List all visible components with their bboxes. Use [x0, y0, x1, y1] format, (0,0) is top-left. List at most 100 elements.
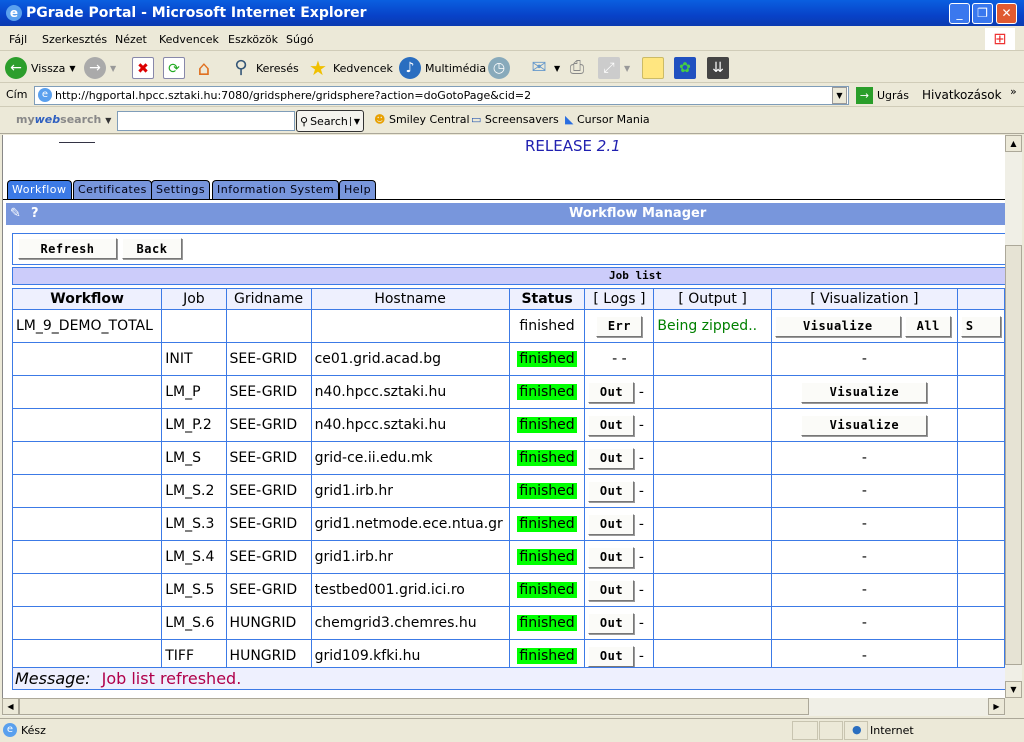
icq-flower-icon: ✿: [674, 57, 696, 79]
tab-information-system[interactable]: Information System: [212, 180, 340, 199]
refresh-button[interactable]: Refresh: [18, 238, 117, 259]
status-badge: finished: [517, 450, 577, 466]
search-button[interactable]: ⚲ Keresés: [230, 56, 298, 80]
address-dropdown[interactable]: ▼: [832, 87, 847, 104]
menu-favorites[interactable]: Kedvencek: [159, 33, 219, 46]
vertical-scrollbar[interactable]: ▲ ▼: [1005, 135, 1022, 698]
grid-name: SEE-GRID: [225, 573, 312, 607]
menu-tools[interactable]: Eszközök: [228, 33, 278, 46]
stop-icon: ✖: [132, 57, 154, 79]
ie-icon: e: [6, 5, 22, 21]
grid-name: SEE-GRID: [225, 474, 312, 508]
extra-button[interactable]: S: [960, 315, 1001, 337]
go-button[interactable]: → Ugrás: [856, 87, 909, 104]
horizontal-scroll-thumb[interactable]: [19, 698, 809, 715]
mail-icon: ✉: [531, 57, 547, 78]
visualize-workflow-button[interactable]: Visualize: [774, 315, 901, 337]
help-button[interactable]: ?: [31, 203, 39, 225]
history-button[interactable]: ◷: [488, 56, 510, 80]
scroll-up-button[interactable]: ▲: [1005, 135, 1022, 152]
scroll-down-button[interactable]: ▼: [1005, 681, 1022, 698]
home-button[interactable]: ⌂: [193, 56, 215, 80]
restore-button[interactable]: ❐: [972, 3, 993, 24]
back-button-page[interactable]: Back: [122, 238, 182, 259]
stop-button[interactable]: ✖: [132, 56, 154, 80]
out-log-button[interactable]: Out: [588, 513, 635, 535]
vertical-scroll-thumb[interactable]: [1005, 245, 1022, 665]
websearch-search-button[interactable]: ⚲ Search ▼: [296, 110, 365, 132]
job-name: LM_S.4: [161, 540, 227, 574]
visualize-all-button[interactable]: All: [905, 315, 952, 337]
workflow-name: LM_9_DEMO_TOTAL: [11, 309, 163, 343]
status-badge: finished: [517, 417, 577, 433]
out-log-button[interactable]: Out: [588, 480, 635, 502]
menu-help[interactable]: Súgó: [286, 33, 314, 46]
grid-name: SEE-GRID: [225, 342, 312, 376]
icq-button[interactable]: ✿: [674, 56, 696, 80]
star-icon: ★: [309, 56, 327, 80]
forward-arrow-icon: →: [84, 57, 106, 79]
logo-fragment: [59, 135, 95, 143]
visualization-none: -: [861, 351, 867, 367]
links-button[interactable]: Hivatkozások: [922, 88, 1002, 102]
tab-settings[interactable]: Settings: [151, 180, 211, 199]
visualization-none: -: [861, 450, 867, 466]
job-row: INIT SEE-GRID ce01.grid.acad.bg finished…: [11, 342, 1005, 376]
out-log-button[interactable]: Out: [588, 612, 635, 634]
visualize-job-button[interactable]: Visualize: [801, 381, 928, 403]
status-badge: finished: [517, 549, 577, 565]
col-hostname: Hostname: [310, 288, 510, 310]
edit-button[interactable]: ⤢ ▼: [598, 56, 630, 80]
websearch-input[interactable]: [117, 111, 295, 131]
scroll-left-button[interactable]: ◀: [2, 698, 19, 715]
job-name: LM_S.6: [161, 606, 227, 640]
screensavers-link[interactable]: ▭ Screensavers: [471, 113, 559, 126]
mail-button[interactable]: ✉ ▼: [528, 56, 560, 80]
edit-pencil-icon[interactable]: ✎: [10, 203, 21, 225]
out-log-button[interactable]: Out: [588, 381, 635, 403]
job-list-title: Job list: [12, 267, 1005, 285]
visualize-job-button[interactable]: Visualize: [801, 414, 928, 436]
address-input[interactable]: e http://hgportal.hpcc.sztaki.hu:7080/gri…: [34, 86, 849, 105]
scroll-right-button[interactable]: ▶: [988, 698, 1005, 715]
horizontal-scrollbar[interactable]: ◀ ▶: [2, 698, 1005, 716]
monitor-icon: ▭: [471, 113, 482, 126]
minimize-button-2[interactable]: _: [949, 3, 970, 24]
refresh-browser-button[interactable]: ⟳: [163, 56, 185, 80]
release-label: RELEASE 2.1: [525, 137, 621, 155]
window-title: PGrade Portal - Microsoft Internet Explo…: [26, 5, 367, 21]
extension-button[interactable]: ⇊: [707, 56, 729, 80]
note-button[interactable]: [642, 56, 664, 80]
menu-file[interactable]: Fájl: [9, 33, 27, 46]
out-log-button[interactable]: Out: [588, 579, 635, 601]
zone-text: Internet: [870, 724, 914, 737]
page-content: RELEASE 2.1 Workflow Certificates Settin…: [2, 135, 1005, 698]
tab-help[interactable]: Help: [339, 180, 377, 199]
out-log-button[interactable]: Out: [588, 447, 635, 469]
cursor-mania-link[interactable]: ◣ Cursor Mania: [565, 113, 650, 126]
job-row: LM_S.5 SEE-GRID testbed001.grid.ici.ro f…: [11, 573, 1005, 607]
host-name: grid1.irb.hr: [310, 474, 510, 508]
smiley-central-link[interactable]: ☻ Smiley Central: [374, 113, 470, 126]
mywebsearch-bar: mywebsearch ▼ ⚲ Search ▼ ☻ Smiley Central …: [0, 108, 1024, 134]
favorites-button[interactable]: ★ Kedvencek: [307, 56, 393, 80]
out-log-button[interactable]: Out: [588, 546, 635, 568]
menu-view[interactable]: Nézet: [115, 33, 147, 46]
magnifier-icon: ⚲: [300, 114, 309, 128]
status-badge: finished: [517, 384, 577, 400]
back-button[interactable]: ← Vissza ▼: [5, 56, 75, 80]
go-arrow-icon: →: [856, 87, 873, 104]
media-button[interactable]: ♪ Multimédia: [399, 56, 486, 80]
job-name: LM_S: [161, 441, 227, 475]
close-button[interactable]: ✕: [996, 3, 1017, 24]
out-log-button[interactable]: Out: [588, 645, 635, 667]
forward-button[interactable]: → ▼: [84, 56, 116, 80]
out-log-button[interactable]: Out: [588, 414, 635, 436]
print-button[interactable]: ⎙: [566, 56, 588, 80]
tab-certificates[interactable]: Certificates: [73, 180, 152, 199]
links-more-icon[interactable]: »: [1010, 85, 1017, 98]
err-log-button[interactable]: Err: [596, 315, 643, 337]
tab-workflow[interactable]: Workflow: [7, 180, 72, 199]
menu-edit[interactable]: Szerkesztés: [42, 33, 107, 46]
visualization-none: -: [861, 483, 867, 499]
